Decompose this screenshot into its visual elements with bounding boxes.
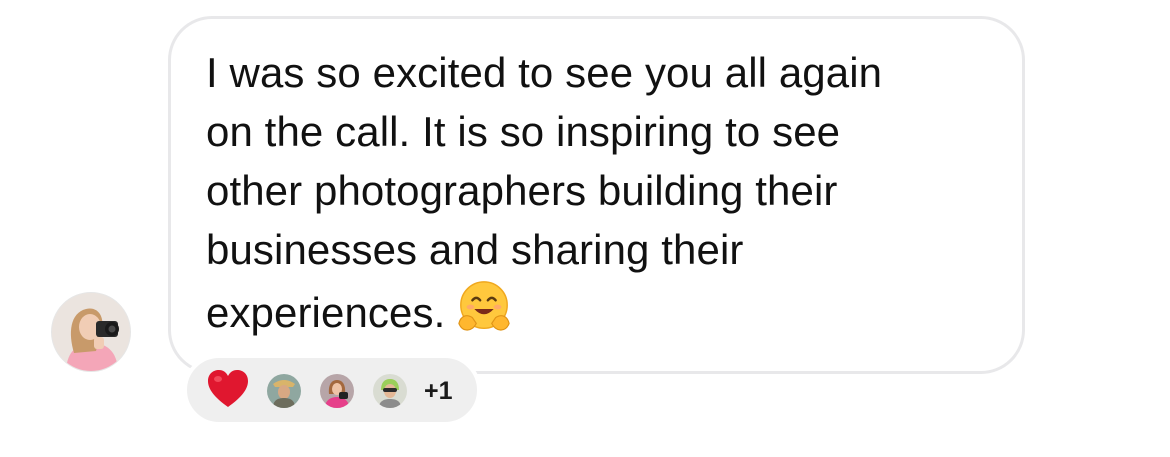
message-line: other photographers building their — [206, 167, 838, 214]
heart-icon — [208, 370, 248, 407]
reactor-avatar[interactable] — [318, 372, 356, 410]
reactor-avatar-1-icon — [267, 374, 301, 408]
reactor-avatar[interactable] — [265, 372, 303, 410]
message-line: experiences. — [206, 289, 446, 336]
smiling-face-with-open-hands-icon — [458, 281, 511, 331]
reactor-avatar-3-icon — [373, 374, 407, 408]
message-line-last: experiences. — [206, 279, 1006, 342]
photographer-avatar-icon — [52, 293, 130, 371]
message-line: I was so excited to see you all again — [206, 49, 883, 96]
message-text: I was so excited to see you all again on… — [206, 43, 1006, 342]
message-line: businesses and sharing their — [206, 226, 744, 273]
reactor-avatar[interactable] — [371, 372, 409, 410]
more-reactions-count[interactable]: +1 — [424, 374, 453, 408]
message-line: on the call. It is so inspiring to see — [206, 108, 841, 155]
sender-avatar[interactable] — [51, 292, 131, 372]
reactor-avatar-2-icon — [320, 374, 354, 408]
